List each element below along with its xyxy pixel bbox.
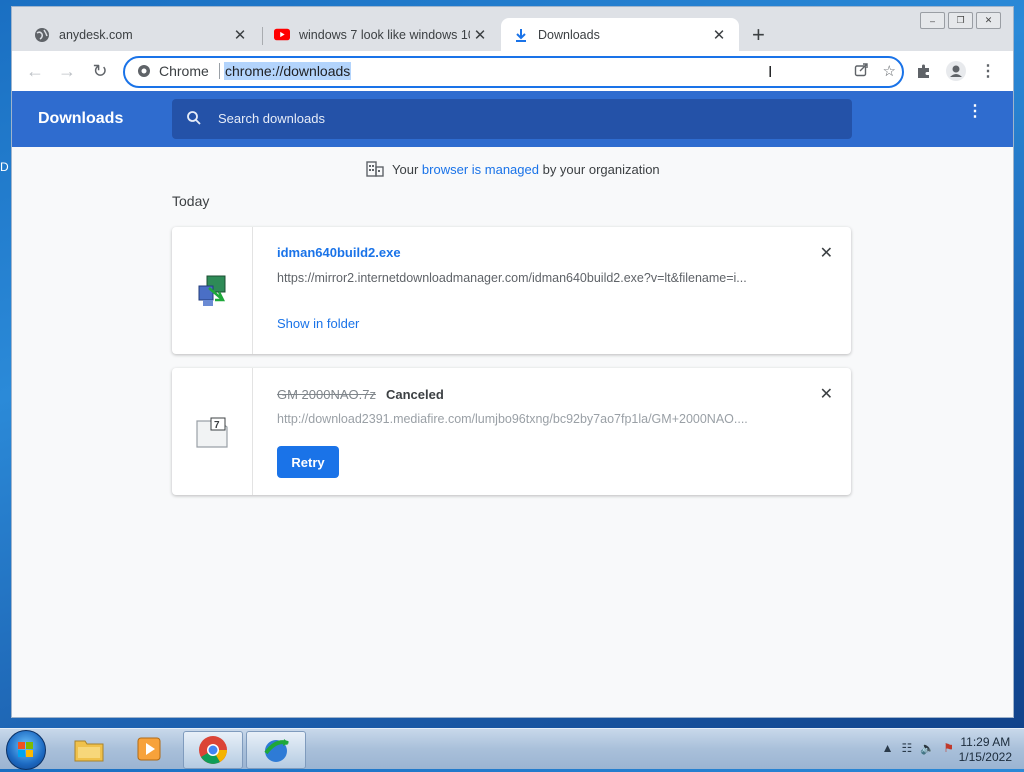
action-center-flag-icon[interactable]: ⚑: [943, 741, 954, 755]
remove-download-icon[interactable]: ✕: [820, 384, 833, 404]
chrome-menu-icon[interactable]: ⋮: [978, 61, 998, 81]
omnibox-divider: [218, 63, 220, 79]
retry-button[interactable]: Retry: [277, 446, 339, 478]
tab-title: Downloads: [538, 27, 600, 42]
close-tab-icon[interactable]: ✕: [709, 26, 729, 44]
site-chip[interactable]: Chrome: [137, 63, 220, 79]
new-tab-button[interactable]: +: [752, 24, 765, 46]
clock-date: 1/15/2022: [958, 750, 1012, 764]
tab-downloads[interactable]: Downloads ✕: [501, 18, 739, 51]
svg-text:7: 7: [214, 420, 220, 431]
building-icon: [366, 161, 384, 177]
search-placeholder: Search downloads: [218, 111, 325, 126]
managed-prefix: Your: [392, 161, 419, 177]
managed-notice: Your browser is managed by your organiza…: [366, 161, 660, 177]
taskbar-clock[interactable]: 11:29 AM 1/15/2022: [959, 735, 1012, 765]
archive-file-icon: 7: [196, 417, 228, 448]
search-icon: [186, 110, 202, 129]
downloads-header: Downloads Search downloads ⋮: [12, 91, 1013, 147]
start-button[interactable]: [6, 730, 46, 770]
youtube-icon: [274, 27, 290, 43]
date-group-label: Today: [172, 193, 210, 209]
close-tab-icon[interactable]: ✕: [470, 26, 490, 44]
url-text[interactable]: chrome://downloads: [224, 62, 352, 80]
bookmark-star-icon[interactable]: ☆: [883, 62, 896, 81]
chrome-logo-icon: [138, 65, 150, 77]
globe-icon: [34, 27, 50, 43]
forward-arrow-icon[interactable]: →: [56, 60, 78, 82]
tab-anydesk[interactable]: anydesk.com ✕: [22, 18, 260, 51]
network-icon[interactable]: ☷: [902, 741, 913, 755]
chrome-window: – ❐ ✕ anydesk.com ✕ windows 7 look like …: [11, 6, 1014, 718]
download-filename[interactable]: idman640build2.exe: [277, 245, 401, 260]
download-url[interactable]: http://download2391.mediafire.com/lumjbo…: [277, 412, 777, 426]
remove-download-icon[interactable]: ✕: [820, 243, 833, 263]
tab-title: windows 7 look like windows 10: [299, 27, 470, 42]
search-downloads-field[interactable]: Search downloads: [172, 99, 852, 139]
tab-strip: – ❐ ✕ anydesk.com ✕ windows 7 look like …: [12, 7, 1013, 51]
close-window-button[interactable]: ✕: [976, 12, 1001, 29]
file-icon-column: [172, 227, 253, 354]
more-actions-icon[interactable]: ⋮: [967, 104, 983, 120]
file-explorer-taskbar-icon[interactable]: [60, 731, 118, 767]
minimize-button[interactable]: –: [920, 12, 945, 29]
volume-icon[interactable]: 🔈: [920, 741, 935, 755]
text-cursor-icon: I: [768, 64, 773, 81]
back-arrow-icon[interactable]: ←: [24, 60, 46, 82]
download-item: idman640build2.exe https://mirror2.inter…: [172, 227, 851, 354]
maximize-button[interactable]: ❐: [948, 12, 973, 29]
share-icon[interactable]: [854, 62, 869, 81]
download-icon: [513, 27, 529, 43]
download-item: 7 GM 2000NAO.7z Canceled http://download…: [172, 368, 851, 495]
reload-icon[interactable]: ↻: [89, 60, 111, 82]
chrome-taskbar-icon[interactable]: [183, 731, 243, 769]
extensions-icon[interactable]: [914, 61, 934, 81]
download-status: Canceled: [386, 387, 444, 402]
idm-installer-icon: [198, 275, 226, 306]
idm-taskbar-icon[interactable]: [246, 731, 306, 769]
tab-title: anydesk.com: [59, 27, 133, 42]
site-label: Chrome: [159, 63, 209, 79]
managed-suffix: by your organization: [542, 161, 660, 177]
clock-time: 11:29 AM: [960, 735, 1011, 749]
taskbar: ▲ ☷ 🔈 ⚑ 11:29 AM 1/15/2022: [0, 728, 1024, 770]
download-url[interactable]: https://mirror2.internetdownloadmanager.…: [277, 271, 777, 285]
close-tab-icon[interactable]: ✕: [230, 26, 250, 44]
profile-avatar-icon[interactable]: [946, 61, 966, 81]
tab-youtube[interactable]: windows 7 look like windows 10 ✕: [262, 18, 500, 51]
browser-toolbar: ← → ↻ Chrome chrome://downloads I ☆ ⋮: [12, 51, 1013, 92]
downloads-content: Your browser is managed by your organiza…: [12, 147, 1013, 717]
media-player-taskbar-icon[interactable]: [120, 731, 178, 767]
system-tray: ▲ ☷ 🔈 ⚑: [882, 741, 954, 755]
file-icon-column: 7: [172, 368, 253, 495]
address-bar[interactable]: Chrome chrome://downloads I ☆: [123, 56, 904, 88]
page-title: Downloads: [38, 110, 124, 127]
windows-logo-icon: [18, 742, 33, 757]
show-hidden-icons-icon[interactable]: ▲: [882, 741, 894, 755]
omnibox-actions: ☆: [854, 62, 896, 81]
download-filename: GM 2000NAO.7z: [277, 387, 376, 402]
managed-link[interactable]: browser is managed: [422, 162, 539, 177]
show-in-folder-link[interactable]: Show in folder: [277, 316, 359, 331]
window-controls: – ❐ ✕: [917, 12, 1001, 29]
desktop-edge-text: D: [0, 160, 9, 174]
